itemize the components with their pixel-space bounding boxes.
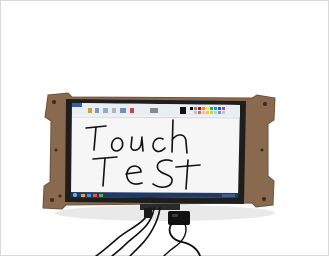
touchscreen-photo: [42, 92, 276, 256]
system-tray: [222, 194, 235, 197]
controller-port: [172, 214, 178, 217]
start-button-icon: [73, 193, 77, 197]
cable-plug: [144, 208, 152, 218]
app-menu-button: [72, 103, 82, 107]
